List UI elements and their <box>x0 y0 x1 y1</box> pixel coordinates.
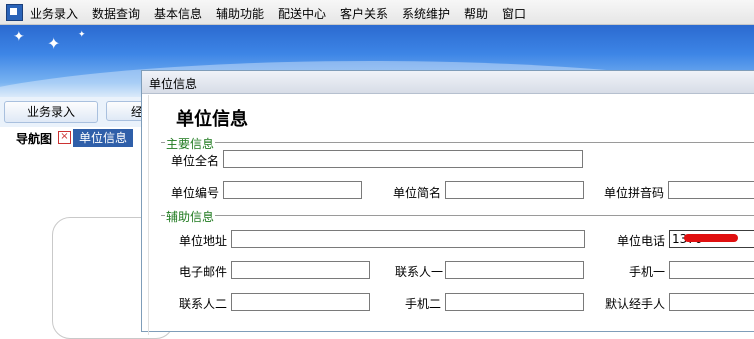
menu-distribution-center[interactable]: 配送中心 <box>278 5 326 22</box>
label-phone: 单位电话 <box>617 234 666 248</box>
contact-2-field[interactable] <box>231 293 370 311</box>
menu-data-query[interactable]: 数据查询 <box>92 5 140 22</box>
group-divider <box>161 215 754 216</box>
business-entry-button[interactable]: 业务录入 <box>4 101 98 123</box>
label-full-name: 单位全名 <box>171 154 220 168</box>
menu-aux-functions[interactable]: 辅助功能 <box>216 5 264 22</box>
group-title-main: 主要信息 <box>165 135 216 152</box>
address-field[interactable] <box>231 230 585 248</box>
label-code: 单位编号 <box>171 186 220 200</box>
app-icon[interactable] <box>6 4 23 21</box>
navigation-panel <box>0 147 174 339</box>
menu-window[interactable]: 窗口 <box>502 5 526 22</box>
company-info-dialog: 单位信息 单位信息 主要信息 单位全名 单位编号 单位简名 单位拼音码 辅助信息… <box>141 70 754 335</box>
code-field[interactable] <box>223 181 362 199</box>
label-default-handler: 默认经手人 <box>605 297 666 311</box>
menu-business-entry[interactable]: 业务录入 <box>30 5 78 22</box>
default-handler-field[interactable] <box>669 293 754 311</box>
label-email: 电子邮件 <box>179 265 228 279</box>
star-icon: ✦ <box>78 30 86 40</box>
menu-basic-info[interactable]: 基本信息 <box>154 5 202 22</box>
star-icon: ✦ <box>13 29 25 45</box>
full-name-field[interactable] <box>223 150 583 168</box>
mobile-1-field[interactable] <box>669 261 754 279</box>
close-icon[interactable]: × <box>58 131 71 144</box>
tab-company-info[interactable]: 单位信息 <box>73 129 134 147</box>
email-field[interactable] <box>231 261 370 279</box>
mobile-2-field[interactable] <box>445 293 584 311</box>
menu-help[interactable]: 帮助 <box>464 5 488 22</box>
star-icon: ✦ <box>47 34 61 53</box>
dialog-window-title: 单位信息 <box>149 77 198 91</box>
contact-1-field[interactable] <box>445 261 584 279</box>
menu-bar: 业务录入 数据查询 基本信息 辅助功能 配送中心 客户关系 系统维护 帮助 窗口 <box>0 0 754 25</box>
label-pinyin-code: 单位拼音码 <box>604 186 665 200</box>
label-mobile-1: 手机一 <box>629 265 666 279</box>
label-address: 单位地址 <box>179 234 228 248</box>
pinyin-code-field[interactable] <box>668 181 754 199</box>
phone-field[interactable]: 1370 <box>669 230 754 248</box>
group-title-aux: 辅助信息 <box>165 208 216 225</box>
redaction-mark <box>684 234 738 242</box>
tab-navigation[interactable]: 导航图 <box>16 130 52 147</box>
group-divider <box>161 142 754 143</box>
menu-system-maintenance[interactable]: 系统维护 <box>402 5 450 22</box>
short-name-field[interactable] <box>445 181 584 199</box>
label-contact-2: 联系人二 <box>179 297 228 311</box>
dialog-titlebar[interactable]: 单位信息 <box>142 71 754 94</box>
label-short-name: 单位简名 <box>393 186 442 200</box>
dialog-body: 单位信息 主要信息 单位全名 单位编号 单位简名 单位拼音码 辅助信息 单位地址… <box>148 95 754 335</box>
menu-customer-relations[interactable]: 客户关系 <box>340 5 388 22</box>
label-contact-1: 联系人一 <box>395 265 444 279</box>
label-mobile-2: 手机二 <box>405 297 442 311</box>
dialog-heading: 单位信息 <box>176 109 248 130</box>
